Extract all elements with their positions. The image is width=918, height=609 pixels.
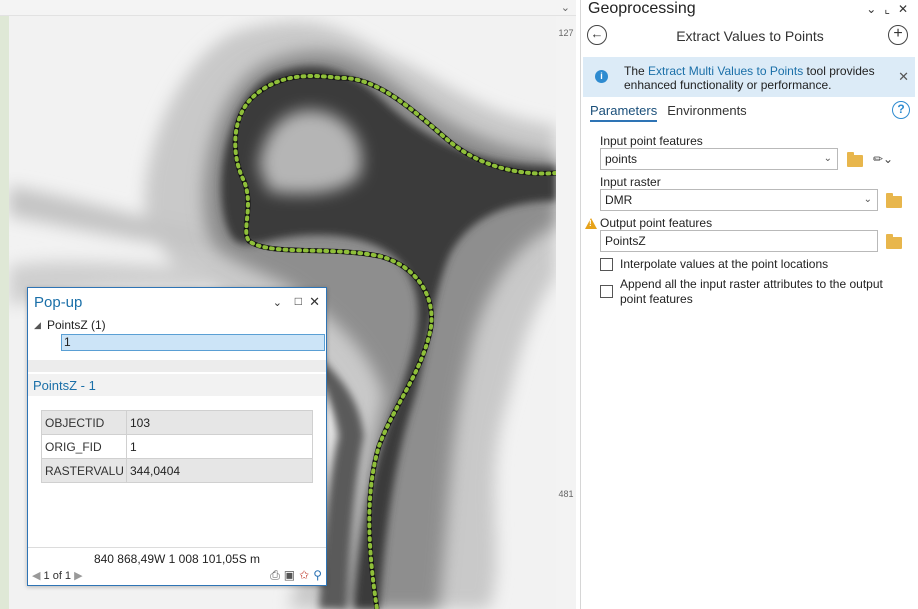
pane-controls: ⌄ ⌞ ✕ [866, 2, 908, 16]
map-top-bar: ⌄ [0, 0, 576, 16]
field-value: 1 [126, 434, 313, 459]
popup-title: Pop-up [34, 294, 83, 311]
geoprocessing-pane: Geoprocessing ⌄ ⌞ ✕ ← Extract Values to … [580, 0, 918, 609]
tab-environments[interactable]: Environments [667, 103, 746, 122]
table-row: RASTERVALU 344,0404 [41, 458, 313, 483]
info-prefix: The [624, 64, 649, 78]
map-edge-label-top: 127 [558, 28, 574, 38]
popup-feature-node[interactable]: 1 [61, 334, 325, 351]
append-checkbox[interactable] [600, 285, 613, 298]
next-arrow-icon[interactable]: ▶ [74, 570, 82, 582]
chevron-down-icon[interactable]: ⌄ [561, 1, 570, 14]
folder-icon[interactable] [847, 152, 863, 167]
field-value: 103 [126, 410, 313, 435]
app-window: ⌄ 127 481 Pop-up ⌄ □ ✕ ◢ PointsZ (1) 1 P… [0, 0, 918, 609]
pager-text: 1 of 1 [43, 570, 72, 582]
output-label: Output point features [600, 216, 713, 230]
interpolate-label: Interpolate values at the point location… [620, 257, 829, 271]
field-name: OBJECTID [41, 410, 127, 435]
output-value: PointsZ [605, 234, 646, 248]
popup-layer-node[interactable]: PointsZ (1) [47, 318, 106, 332]
tool-name: Extract Values to Points [676, 28, 824, 44]
popup-toolbar: ⎙ ▣ ✩ ⚲ [270, 568, 322, 583]
flash-icon[interactable]: ✩ [299, 568, 309, 583]
close-icon[interactable]: ✕ [898, 2, 908, 16]
popup-pager: ◀ 1 of 1 ▶ [32, 569, 83, 582]
pane-title: Geoprocessing [588, 0, 696, 17]
tab-bar: Parameters Environments [590, 103, 747, 122]
add-icon[interactable]: + [888, 25, 908, 45]
field-name: ORIG_FID [41, 434, 127, 459]
chevron-down-icon[interactable]: ⌄ [866, 2, 876, 16]
field-name: RASTERVALU [41, 458, 127, 483]
tree-collapse-icon[interactable]: ◢ [34, 320, 41, 331]
tab-parameters[interactable]: Parameters [590, 103, 658, 122]
map-scroll-strip[interactable]: 127 481 [556, 16, 576, 609]
info-tool-link[interactable]: Extract Multi Values to Points [648, 64, 803, 78]
input-point-label: Input point features [600, 134, 703, 148]
help-icon[interactable]: ? [892, 101, 910, 119]
input-point-select[interactable]: points ⌄ [600, 148, 838, 170]
input-point-value: points [605, 152, 638, 166]
popup-window[interactable]: Pop-up ⌄ □ ✕ ◢ PointsZ (1) 1 PointsZ - 1… [27, 287, 327, 586]
table-row: ORIG_FID 1 [41, 434, 313, 459]
table-row: OBJECTID 103 [41, 410, 313, 435]
popup-footer-divider [28, 547, 326, 548]
maximize-icon[interactable]: □ [295, 294, 302, 308]
output-field[interactable]: PointsZ [600, 230, 878, 252]
append-label: Append all the input raster attributes t… [620, 277, 883, 306]
attribute-table: OBJECTID 103 ORIG_FID 1 RASTERVALU 344,0… [41, 410, 313, 483]
popup-divider [28, 360, 326, 372]
field-value: 344,0404 [126, 458, 313, 483]
print-icon[interactable]: ⎙ [270, 568, 280, 583]
chevron-down-icon[interactable]: ⌄ [824, 149, 832, 169]
folder-icon[interactable] [886, 193, 902, 208]
export-icon[interactable]: ▣ [284, 568, 295, 583]
prev-arrow-icon[interactable]: ◀ [32, 570, 40, 582]
interpolate-checkbox[interactable] [600, 258, 613, 271]
popup-coordinates: 840 868,49W 1 008 101,05S m [93, 552, 261, 566]
popup-feature-title: PointsZ - 1 [33, 378, 96, 393]
input-raster-value: DMR [605, 193, 633, 207]
folder-icon[interactable] [886, 234, 902, 249]
warning-mark: ! [589, 219, 592, 228]
close-icon[interactable]: ✕ [309, 294, 320, 310]
info-banner: i The Extract Multi Values to Points too… [583, 57, 915, 97]
chevron-down-icon[interactable]: ⌄ [273, 296, 282, 309]
map-view[interactable]: ⌄ 127 481 Pop-up ⌄ □ ✕ ◢ PointsZ (1) 1 P… [0, 0, 576, 609]
close-icon[interactable]: ✕ [898, 69, 909, 85]
map-edge-strip [0, 16, 9, 609]
zoom-to-icon[interactable]: ⚲ [313, 568, 322, 583]
info-icon: i [595, 70, 608, 83]
pin-icon[interactable]: ⌞ [884, 2, 890, 16]
info-text: The Extract Multi Values to Points tool … [624, 64, 886, 92]
map-edge-label-bottom: 481 [558, 489, 574, 499]
chevron-down-icon[interactable]: ⌄ [864, 190, 872, 210]
input-raster-label: Input raster [600, 175, 661, 189]
input-raster-select[interactable]: DMR ⌄ [600, 189, 878, 211]
pencil-icon[interactable]: ✏⌄ [873, 152, 893, 166]
